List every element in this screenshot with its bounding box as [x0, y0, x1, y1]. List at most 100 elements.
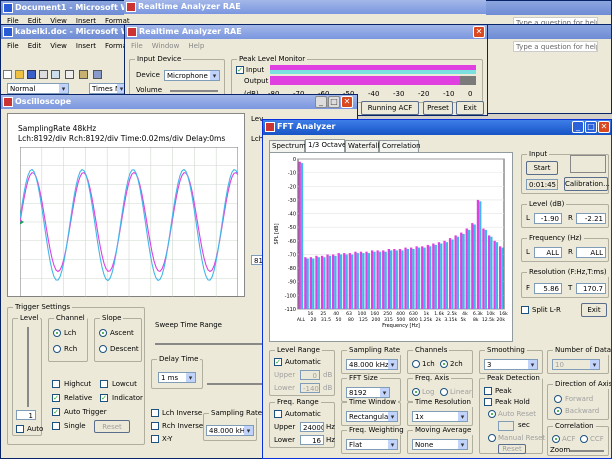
indicator-checkbox[interactable]: ✓ — [100, 394, 108, 402]
time-resolution-select[interactable]: 1x — [412, 411, 468, 422]
running-acf-button[interactable]: Running ACF — [361, 101, 419, 115]
menu-insert[interactable]: Insert — [76, 42, 96, 50]
calibration-button[interactable]: Calibration... — [564, 177, 610, 191]
forward-radio[interactable] — [554, 395, 562, 403]
peak-checkbox[interactable] — [484, 387, 492, 395]
zoom-slider[interactable] — [570, 450, 604, 452]
sweep-slider[interactable] — [155, 343, 265, 345]
level-value[interactable]: 1 — [16, 410, 36, 420]
smoothing-select[interactable]: 3 — [484, 359, 538, 370]
word2-font-select[interactable]: Times New — [89, 83, 127, 94]
input-checkbox[interactable]: ✓ — [236, 66, 244, 74]
menu-file[interactable]: File — [7, 42, 19, 50]
rae-exit-button[interactable]: Exit — [456, 101, 484, 115]
fft-bar-r — [306, 258, 309, 309]
undo-icon[interactable] — [93, 70, 102, 79]
delay-select[interactable]: 1 ms — [158, 372, 196, 383]
fft-close-button[interactable]: ✕ — [598, 121, 610, 133]
format-painter-icon[interactable] — [79, 70, 88, 79]
tab-waterfall[interactable]: Waterfall — [345, 140, 379, 152]
backward-radio[interactable] — [554, 407, 562, 415]
print-icon[interactable] — [39, 70, 48, 79]
rae-menu-window[interactable]: Window — [152, 42, 180, 50]
freq-weighting-select[interactable]: Flat — [346, 439, 398, 450]
start-button[interactable]: Start — [526, 161, 558, 175]
osc-close-button[interactable]: ✕ — [341, 96, 353, 108]
delay-slider[interactable] — [207, 383, 263, 385]
fft-exit-button[interactable]: Exit — [581, 303, 607, 317]
highcut-checkbox[interactable] — [52, 380, 60, 388]
rch-radio[interactable] — [53, 345, 61, 353]
menu-view[interactable]: View — [50, 42, 67, 50]
word2-style-select[interactable]: Normal — [7, 83, 69, 94]
osc-maximize-button[interactable]: □ — [328, 96, 340, 108]
word-icon — [3, 27, 13, 37]
save-icon[interactable] — [27, 70, 36, 79]
trigger-reset-button[interactable]: Reset — [94, 420, 130, 433]
level-auto-checkbox[interactable]: ✓ — [274, 358, 282, 366]
fft-minimize-button[interactable]: _ — [572, 121, 584, 133]
osc-titlebar[interactable]: Oscilloscope — [1, 95, 357, 109]
rae-menu-help[interactable]: Help — [188, 42, 204, 50]
linear-radio[interactable] — [440, 388, 448, 396]
ascent-radio[interactable] — [99, 329, 107, 337]
rch-inverse-checkbox[interactable] — [151, 422, 159, 430]
tab-correlation[interactable]: Correlation — [379, 140, 421, 152]
manual-reset-radio[interactable] — [488, 434, 496, 442]
level-lower-value[interactable]: -140 — [300, 383, 320, 393]
fft-titlebar[interactable]: FFT Analyzer — [263, 120, 611, 135]
ch1-radio[interactable] — [412, 360, 420, 368]
log-radio[interactable] — [412, 388, 420, 396]
osc-title: Oscilloscope — [15, 97, 72, 106]
auto-trigger-checkbox[interactable]: ✓ — [52, 408, 60, 416]
word2-help-box[interactable]: Type a question for help — [513, 41, 598, 52]
fft-size-select[interactable]: 8192 — [346, 387, 390, 398]
freq-lower-value[interactable]: 16 — [300, 435, 324, 445]
sampling-rate-select[interactable]: 48.000 kHz — [346, 359, 398, 370]
rae-close-button[interactable]: ✕ — [473, 26, 485, 38]
lch-radio[interactable] — [53, 329, 61, 337]
fft-bar-r — [395, 250, 398, 309]
peak-reset-button[interactable]: Reset — [498, 444, 526, 454]
auto-reset-radio[interactable] — [488, 410, 496, 418]
preset-button[interactable]: Preset — [423, 101, 453, 115]
fft-maximize-button[interactable]: □ — [585, 121, 597, 133]
fft-input-group: Input Start 0:01:45 Calibration... — [521, 150, 610, 194]
rae-titlebar[interactable]: Realtime Analyzer RAE — [125, 25, 487, 39]
osc-minimize-button[interactable]: _ — [315, 96, 327, 108]
freq-auto-checkbox[interactable] — [274, 410, 282, 418]
rae-menu-file[interactable]: File — [131, 42, 143, 50]
auto-checkbox[interactable] — [16, 425, 24, 433]
new-icon[interactable] — [3, 70, 12, 79]
level-db-group: Level (dB) L -1.90 R -2.21 — [521, 200, 609, 228]
split-lr-checkbox[interactable] — [521, 306, 529, 314]
time-window-select[interactable]: Rectangular — [346, 411, 398, 422]
peak-hold-checkbox[interactable] — [484, 398, 492, 406]
preview-icon[interactable] — [51, 70, 60, 79]
ch2-radio[interactable] — [440, 360, 448, 368]
xy-checkbox[interactable] — [151, 435, 159, 443]
lowcut-checkbox[interactable] — [100, 380, 108, 388]
rae-back-titlebar[interactable]: Realtime Analyzer RAE — [124, 0, 486, 14]
single-checkbox[interactable] — [52, 422, 60, 430]
ccf-radio[interactable] — [580, 435, 588, 443]
volume-slider[interactable] — [170, 90, 218, 92]
spell-icon[interactable] — [65, 70, 74, 79]
open-icon[interactable] — [15, 70, 24, 79]
freq-upper-value[interactable]: 24000 — [300, 422, 324, 432]
acf-radio[interactable] — [552, 435, 560, 443]
device-select[interactable]: Microphone — [164, 70, 220, 81]
level-upper-value[interactable]: 0 — [300, 370, 320, 380]
descent-radio[interactable] — [99, 345, 107, 353]
menu-edit[interactable]: Edit — [28, 42, 42, 50]
tab-spectrum[interactable]: Spectrum — [269, 140, 306, 152]
tab-third-octave[interactable]: 1/3 Octave — [305, 139, 346, 152]
relative-checkbox[interactable]: ✓ — [52, 394, 60, 402]
level-slider[interactable] — [27, 327, 29, 407]
lch-inverse-checkbox[interactable] — [151, 409, 159, 417]
moving-average-select[interactable]: None — [412, 439, 468, 450]
fft-bar-r — [495, 242, 499, 309]
osc-sampling-select[interactable]: 48.000 kHz — [206, 425, 254, 436]
auto-reset-seconds[interactable] — [498, 421, 514, 431]
number-of-data-select[interactable]: 10 — [552, 359, 600, 370]
